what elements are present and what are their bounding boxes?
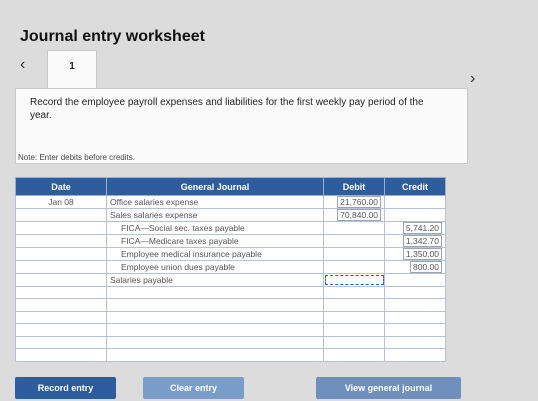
credit-cell[interactable] [384, 273, 446, 287]
table-row: Employee union dues payable 800.00 [15, 260, 446, 274]
debit-cell[interactable] [323, 273, 385, 287]
date-cell[interactable] [15, 323, 107, 337]
debit-cell[interactable] [323, 285, 385, 299]
table-row [15, 323, 446, 337]
account-cell[interactable] [106, 323, 324, 337]
date-cell[interactable] [15, 260, 107, 274]
chevron-right-icon[interactable]: › [470, 70, 475, 88]
tab-1[interactable]: 1 [47, 50, 97, 89]
credit-amount: 1,350.00 [402, 248, 442, 260]
date-cell[interactable] [15, 298, 107, 312]
account-cell[interactable] [106, 348, 324, 362]
header-credit: Credit [384, 177, 446, 196]
credit-cell[interactable]: 1,350.00 [384, 247, 446, 261]
credit-cell[interactable] [384, 310, 446, 324]
account-cell[interactable]: FICA—Social sec. taxes payable [106, 221, 324, 235]
credit-cell[interactable] [384, 195, 446, 209]
account-cell[interactable]: Office salaries expense [106, 195, 324, 209]
debit-cell[interactable] [323, 335, 385, 349]
chevron-left-icon[interactable]: ‹ [20, 56, 25, 74]
debit-amount: 70,840.00 [337, 209, 381, 221]
date-cell[interactable] [15, 273, 107, 287]
date-cell[interactable] [15, 234, 107, 248]
debit-cell[interactable]: 70,840.00 [323, 208, 385, 222]
view-general-journal-button[interactable]: View general journal [316, 377, 461, 399]
credit-cell[interactable] [384, 335, 446, 349]
credit-amount: 800.00 [410, 261, 442, 273]
debit-cell[interactable]: 21,760.00 [323, 195, 385, 209]
journal-table: Date General Journal Debit Credit Jan 08… [15, 177, 446, 362]
table-row [15, 335, 446, 349]
page-title: Journal entry worksheet [20, 28, 205, 45]
credit-amount: 1,342.70 [402, 235, 442, 247]
header-general-journal: General Journal [106, 177, 324, 196]
account-cell[interactable] [106, 335, 324, 349]
credit-cell[interactable] [384, 285, 446, 299]
account-cell[interactable]: FICA—Medicare taxes payable [106, 234, 324, 248]
date-cell[interactable] [15, 285, 107, 299]
debit-cell[interactable] [323, 298, 385, 312]
date-cell[interactable] [15, 247, 107, 261]
date-cell[interactable] [15, 310, 107, 324]
debit-cell[interactable] [323, 221, 385, 235]
credit-cell[interactable] [384, 298, 446, 312]
account-cell[interactable] [106, 298, 324, 312]
table-row [15, 298, 446, 312]
account-cell[interactable]: Employee medical insurance payable [106, 247, 324, 261]
record-entry-button[interactable]: Record entry [15, 377, 116, 399]
date-cell[interactable]: Jan 08 [15, 195, 107, 209]
account-cell[interactable]: Salaries payable [106, 273, 324, 287]
account-cell[interactable] [106, 285, 324, 299]
credit-cell[interactable] [384, 208, 446, 222]
credit-amount: 5,741.20 [402, 222, 442, 234]
account-cell[interactable]: Sales salaries expense [106, 208, 324, 222]
account-cell[interactable]: Employee union dues payable [106, 260, 324, 274]
credit-cell[interactable] [384, 348, 446, 362]
date-cell[interactable] [15, 335, 107, 349]
debit-cell[interactable] [323, 247, 385, 261]
credit-cell[interactable] [384, 323, 446, 337]
clear-entry-button[interactable]: Clear entry [143, 377, 244, 399]
debit-cell[interactable] [323, 234, 385, 248]
account-cell[interactable] [106, 310, 324, 324]
debit-cell[interactable] [323, 310, 385, 324]
debit-cell[interactable] [323, 348, 385, 362]
credit-cell[interactable]: 5,741.20 [384, 221, 446, 235]
date-cell[interactable] [15, 348, 107, 362]
credit-cell[interactable]: 1,342.70 [384, 234, 446, 248]
table-row [15, 285, 446, 299]
credit-cell[interactable]: 800.00 [384, 260, 446, 274]
date-cell[interactable] [15, 208, 107, 222]
header-debit: Debit [323, 177, 385, 196]
table-row [15, 310, 446, 324]
instructions-text: Record the employee payroll expenses and… [30, 97, 424, 121]
table-row: Employee medical insurance payable 1,350.… [15, 247, 446, 261]
table-row: Sales salaries expense 70,840.00 [15, 208, 446, 222]
note-text: Note: Enter debits before credits. [18, 153, 135, 162]
table-row: Salaries payable [15, 273, 446, 287]
table-row: FICA—Social sec. taxes payable 5,741.20 [15, 221, 446, 235]
debit-cell[interactable] [323, 260, 385, 274]
debit-cell[interactable] [323, 323, 385, 337]
debit-amount: 21,760.00 [337, 196, 381, 208]
table-row [15, 348, 446, 362]
header-date: Date [15, 177, 107, 196]
date-cell[interactable] [15, 221, 107, 235]
table-row: FICA—Medicare taxes payable 1,342.70 [15, 234, 446, 248]
table-row: Jan 08 Office salaries expense 21,760.00 [15, 195, 446, 209]
